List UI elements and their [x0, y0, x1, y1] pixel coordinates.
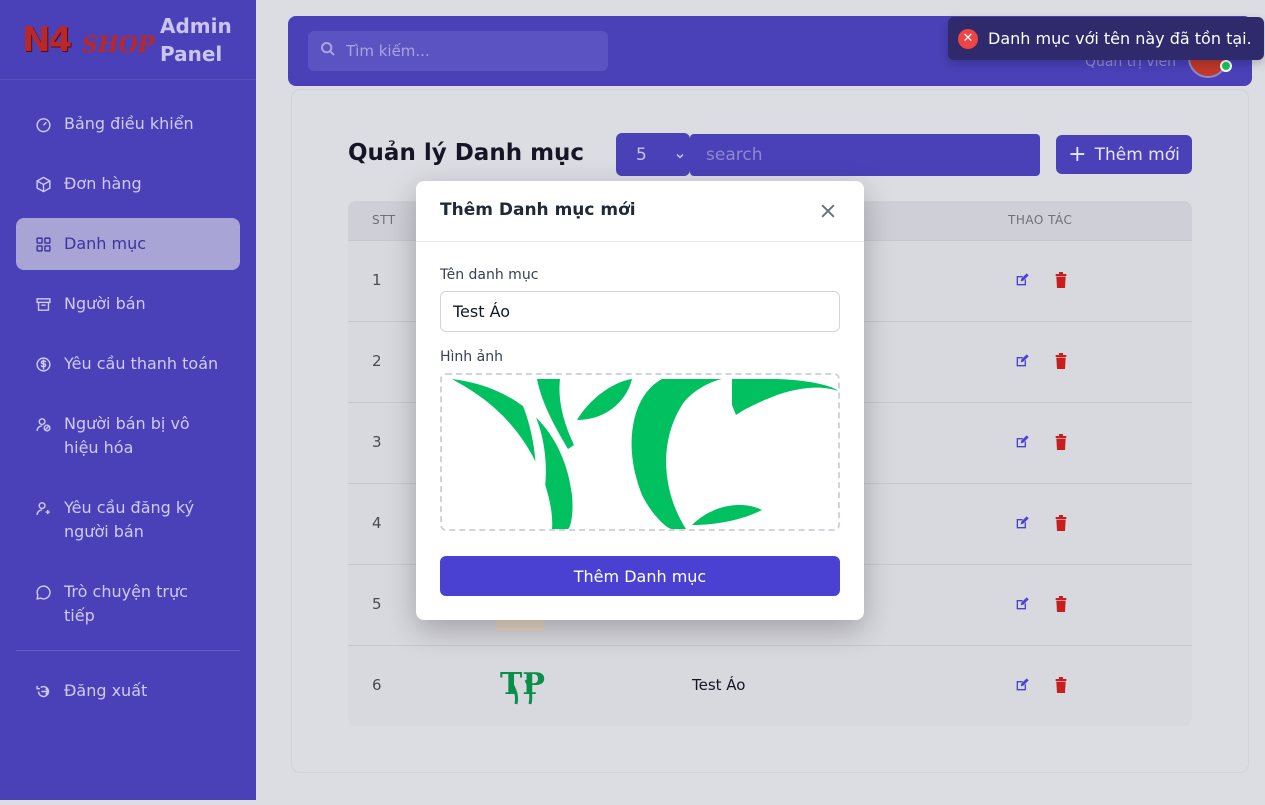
edit-icon[interactable] [1014, 434, 1030, 450]
edit-icon[interactable] [1014, 515, 1030, 531]
global-search-placeholder: Tìm kiếm... [346, 42, 430, 60]
category-name-label: Tên danh mục [440, 267, 539, 283]
table-search-input[interactable]: search [690, 134, 1040, 176]
error-toast: ✕ Danh mục với tên này đã tồn tại. [948, 17, 1264, 60]
sidebar-item-payment-requests[interactable]: Yêu cầu thanh toán [16, 338, 240, 390]
row-stt: 1 [372, 271, 382, 289]
gauge-icon [34, 112, 52, 136]
sidebar: N4 SHOP Admin Panel Bảng điều khiển Đơn … [0, 0, 256, 800]
row-stt: 4 [372, 514, 382, 532]
sidebar-item-disabled-sellers[interactable]: Người bán bị vô hiệu hóa [16, 398, 240, 474]
row-category-name: Test Áo [692, 676, 746, 694]
row-stt: 3 [372, 433, 382, 451]
edit-icon[interactable] [1014, 677, 1030, 693]
trash-icon[interactable] [1054, 434, 1068, 450]
package-icon [34, 172, 52, 196]
sidebar-item-dashboard[interactable]: Bảng điều khiển [16, 98, 240, 150]
logout-icon [34, 679, 52, 703]
plus-icon: + [1068, 141, 1087, 167]
grid-icon [34, 232, 52, 256]
image-label: Hình ảnh [440, 349, 503, 365]
table-row: 6 TP Test Áo [348, 645, 1192, 726]
modal-header: Thêm Danh mục mới [416, 181, 864, 242]
trash-icon[interactable] [1054, 272, 1068, 288]
logo-n4-text: N4 [22, 19, 72, 60]
leaf-image-preview [452, 379, 838, 529]
sidebar-item-label: Bảng điều khiển [64, 114, 194, 133]
modal-title: Thêm Danh mục mới [440, 200, 636, 220]
category-name-input[interactable]: Test Áo [440, 291, 840, 332]
sidebar-menu: Bảng điều khiển Đơn hàng Danh mục Người … [0, 80, 256, 743]
sidebar-item-sellers[interactable]: Người bán [16, 278, 240, 330]
trash-icon[interactable] [1054, 353, 1068, 369]
sidebar-item-label: Danh mục [64, 234, 147, 253]
search-icon [320, 41, 346, 61]
sidebar-item-label: Người bán bị vô hiệu hóa [64, 414, 190, 457]
add-category-button[interactable]: + Thêm mới [1056, 135, 1192, 174]
trash-icon[interactable] [1054, 677, 1068, 693]
sidebar-item-orders[interactable]: Đơn hàng [16, 158, 240, 210]
sidebar-item-logout[interactable]: Đăng xuất [16, 665, 240, 717]
category-thumbnail: TP [496, 660, 548, 712]
toast-message: Danh mục với tên này đã tồn tại. [988, 29, 1252, 48]
trash-icon[interactable] [1054, 515, 1068, 531]
edit-icon[interactable] [1014, 353, 1030, 369]
per-page-select[interactable]: 5 [616, 133, 690, 176]
user-block-icon [34, 412, 52, 436]
row-stt: 5 [372, 595, 382, 613]
dollar-circle-icon [34, 352, 52, 376]
sidebar-item-label: Người bán [64, 294, 146, 313]
image-dropzone[interactable] [440, 373, 840, 531]
submit-category-button[interactable]: Thêm Danh mục [440, 556, 840, 596]
sidebar-item-seller-registration[interactable]: Yêu cầu đăng ký người bán [16, 482, 240, 558]
chat-icon [34, 580, 52, 604]
global-search-input[interactable]: Tìm kiếm... [308, 31, 608, 71]
add-category-modal: Thêm Danh mục mới Tên danh mục Test Áo H… [416, 181, 864, 620]
column-header-stt: STT [372, 213, 396, 227]
column-header-actions: THAO TÁC [1008, 213, 1073, 227]
edit-icon[interactable] [1014, 272, 1030, 288]
brand: N4 SHOP Admin Panel [0, 0, 256, 80]
error-icon: ✕ [958, 28, 978, 49]
add-button-label: Thêm mới [1094, 144, 1180, 165]
svg-text:TP: TP [500, 667, 545, 702]
per-page-value: 5 [636, 144, 647, 165]
online-status-dot [1220, 60, 1232, 72]
sidebar-item-label: Trò chuyện trực tiếp [64, 582, 188, 625]
brand-logo[interactable]: N4 SHOP [22, 19, 154, 60]
sidebar-item-live-chat[interactable]: Trò chuyện trực tiếp [16, 566, 240, 642]
close-icon[interactable] [818, 201, 838, 221]
row-stt: 2 [372, 352, 382, 370]
sidebar-item-label: Đăng xuất [64, 681, 148, 700]
sidebar-item-label: Yêu cầu thanh toán [64, 354, 219, 373]
trash-icon[interactable] [1054, 596, 1068, 612]
brand-title: Admin Panel [160, 13, 232, 66]
edit-icon[interactable] [1014, 596, 1030, 612]
sidebar-item-categories[interactable]: Danh mục [16, 218, 240, 270]
logo-shop-text: SHOP [82, 31, 155, 58]
chevron-down-icon [674, 147, 686, 167]
table-search-placeholder: search [706, 145, 763, 165]
store-icon [34, 292, 52, 316]
sidebar-divider [16, 650, 240, 651]
sidebar-item-label: Yêu cầu đăng ký người bán [64, 498, 195, 541]
user-plus-icon [34, 496, 52, 520]
page-title: Quản lý Danh mục [348, 140, 585, 166]
sidebar-item-label: Đơn hàng [64, 174, 142, 193]
row-stt: 6 [372, 676, 382, 694]
